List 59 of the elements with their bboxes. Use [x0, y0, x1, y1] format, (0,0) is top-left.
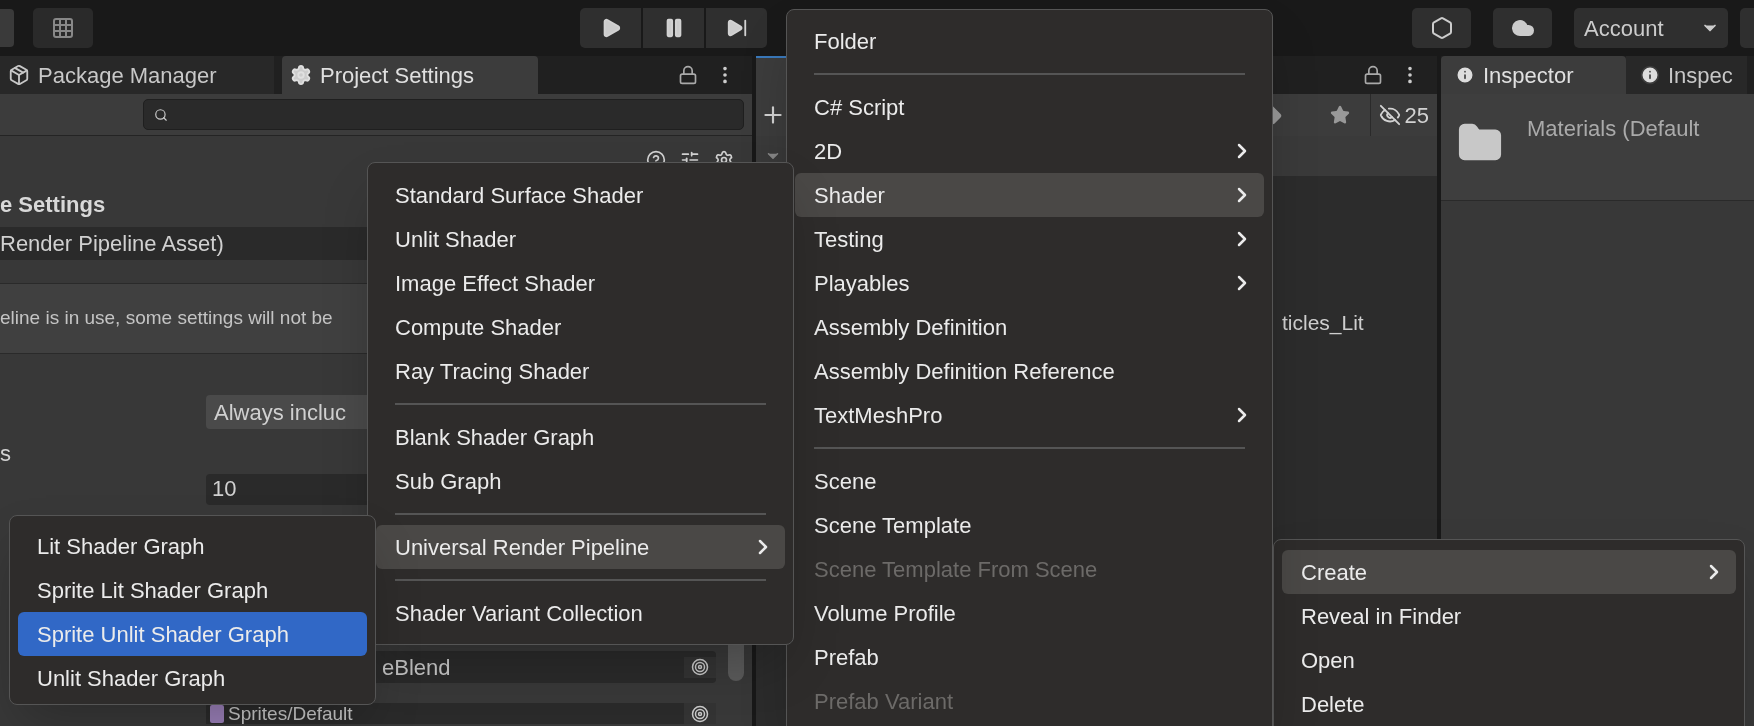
star-icon[interactable] [1329, 105, 1350, 125]
menu-item[interactable]: Reveal in Finder [1282, 594, 1736, 638]
asset-name[interactable]: ticles_Lit [1282, 307, 1364, 339]
menu-item[interactable]: 2D [795, 129, 1264, 173]
search-field[interactable] [143, 99, 744, 130]
menu-item[interactable]: Delete [1282, 682, 1736, 726]
menu-item[interactable]: Assembly Definition [795, 305, 1264, 349]
panel-tab[interactable]: Project Settings [282, 56, 538, 94]
menu-item[interactable]: C# Script [795, 85, 1264, 129]
menu-item[interactable]: Open [1282, 638, 1736, 682]
menu-item[interactable]: Standard Surface Shader [376, 173, 785, 217]
snap-button[interactable] [32, 8, 93, 48]
menu-item[interactable]: Scene Template [795, 503, 1264, 547]
step-button[interactable] [706, 8, 767, 48]
menu-item[interactable]: Image Effect Shader [376, 261, 785, 305]
menu-item[interactable]: Volume Profile [795, 591, 1264, 635]
menu-item[interactable]: Assembly Definition Reference [795, 349, 1264, 393]
cloud-button[interactable] [1493, 8, 1552, 48]
menu-item[interactable]: Testing [795, 217, 1264, 261]
panel-tab[interactable]: Package Manager [0, 56, 274, 94]
gear-icon [290, 64, 312, 86]
step-icon [725, 17, 748, 39]
panel-tab[interactable]: Inspec [1626, 56, 1747, 94]
info-icon [1640, 65, 1660, 85]
menu-item[interactable]: Universal Render Pipeline [376, 525, 785, 569]
object-picker-icon[interactable] [684, 656, 716, 678]
section-title: e Settings [0, 191, 106, 219]
help-text: eline is in use, some settings will not be [0, 306, 333, 331]
info-icon [1455, 65, 1475, 85]
menu-item[interactable]: Sprite Unlit Shader Graph [18, 612, 367, 656]
menu-item[interactable]: Folder [795, 19, 1264, 63]
menu-item[interactable]: TextMeshPro [795, 393, 1264, 437]
menu-item[interactable]: Create [1282, 550, 1736, 594]
eye-slash-icon [1378, 104, 1401, 126]
menu-item[interactable]: Sprite Lit Shader Graph [18, 568, 367, 612]
menu-item[interactable]: Shader Variant Collection [376, 591, 785, 635]
panel-tab[interactable] [756, 56, 786, 94]
menu-item[interactable]: Compute Shader [376, 305, 785, 349]
lock-icon[interactable] [678, 65, 698, 85]
account-dropdown[interactable]: Account [1574, 8, 1728, 48]
menu-item[interactable]: Ray Tracing Shader [376, 349, 785, 393]
menu-item[interactable]: Lit Shader Graph [18, 524, 367, 568]
hexagon-icon [1429, 16, 1454, 40]
panel-tab[interactable]: Inspector [1441, 56, 1626, 94]
field-label: s [0, 441, 11, 467]
services-button[interactable] [1412, 8, 1471, 48]
menu-item[interactable]: Shader [795, 173, 1264, 217]
play-button[interactable] [580, 8, 641, 48]
object-picker-icon[interactable] [684, 703, 716, 724]
menu-item[interactable]: Scene [795, 459, 1264, 503]
inspector-title: Materials (Default [1527, 115, 1700, 143]
grid-snap-icon [50, 16, 75, 40]
menu-item[interactable]: Playables [795, 261, 1264, 305]
object-field[interactable]: Sprites/Default [206, 703, 716, 724]
package-icon [8, 64, 30, 86]
menu-item[interactable]: Prefab [795, 635, 1264, 679]
pause-button[interactable] [643, 8, 704, 48]
lock-icon[interactable] [1363, 65, 1383, 85]
search-icon [154, 107, 168, 122]
